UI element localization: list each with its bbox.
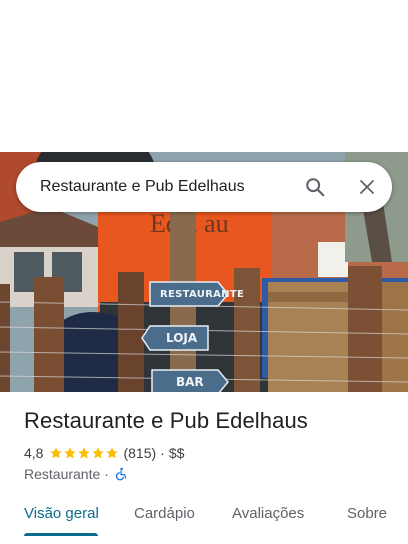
star-icon (64, 447, 77, 459)
star-rating (49, 446, 119, 460)
tab-reviews[interactable]: Avaliações (232, 494, 304, 534)
search-button[interactable] (300, 172, 330, 202)
rating-row[interactable]: 4,8 (815) · $$ (24, 443, 184, 463)
search-icon (306, 178, 325, 197)
tab-menu[interactable]: Cardápio (134, 494, 195, 534)
close-icon (360, 180, 374, 194)
tab-about[interactable]: Sobre (347, 494, 387, 534)
sign-bar: BAR (176, 375, 204, 389)
rating-value: 4,8 (24, 445, 44, 461)
close-button[interactable] (352, 172, 382, 202)
category-row: Restaurante · (24, 464, 128, 484)
search-bar[interactable]: Restaurante e Pub Edelhaus (16, 162, 392, 212)
category-label: Restaurante (24, 466, 101, 482)
star-icon (78, 447, 91, 459)
active-tab-indicator (24, 533, 98, 536)
star-icon (50, 447, 63, 459)
star-icon (92, 447, 105, 459)
separator: · (104, 466, 109, 482)
star-icon (106, 447, 119, 459)
tab-bar: Visão geral Cardápio Avaliações Sobre (0, 494, 408, 536)
place-title: Restaurante e Pub Edelhaus (24, 408, 308, 433)
search-input[interactable]: Restaurante e Pub Edelhaus (40, 162, 245, 212)
sign-loja: LOJA (166, 331, 198, 345)
review-count[interactable]: (815) (123, 445, 156, 461)
tab-overview[interactable]: Visão geral (24, 494, 99, 534)
price-level: $$ (168, 445, 185, 461)
wheelchair-icon (115, 467, 127, 481)
sign-restaurante: RESTAURANTE (160, 289, 245, 300)
separator: · (160, 445, 165, 461)
